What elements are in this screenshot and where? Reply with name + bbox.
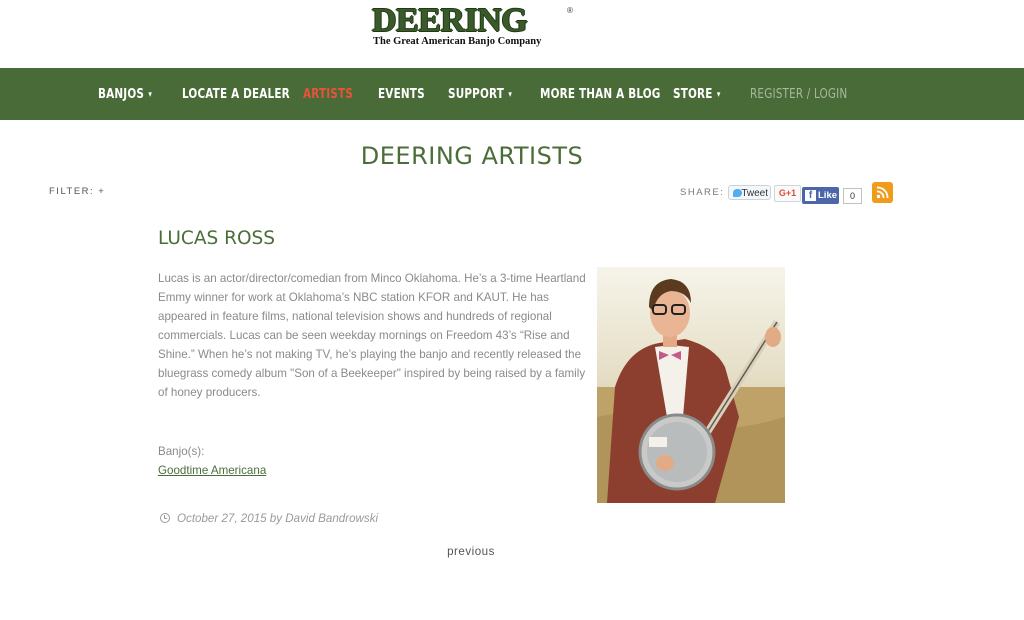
deering-logo[interactable]: DEERING ® The Great American Banjo Compa…: [372, 2, 573, 50]
nav-events[interactable]: EVENTS: [378, 68, 425, 120]
nav-artists-label: ARTISTS: [303, 86, 354, 102]
like-count: 0: [843, 188, 862, 204]
chevron-down-icon: ▾: [716, 90, 721, 100]
like-label: Like: [818, 190, 838, 201]
nav-support[interactable]: SUPPORT ▾: [448, 68, 512, 120]
twitter-icon: [733, 189, 742, 197]
logo-wordmark: DEERING: [372, 2, 528, 39]
post-date-author: October 27, 2015 by David Bandrowski: [177, 512, 379, 525]
artist-photo: [597, 267, 785, 503]
facebook-icon: f: [805, 190, 816, 201]
nav-banjos[interactable]: BANJOS ▾: [98, 68, 152, 120]
filter-toggle[interactable]: FILTER: +: [49, 186, 105, 197]
artist-bio: Lucas is an actor/director/comedian from…: [158, 272, 586, 399]
banjo-label: Banjo(s):: [158, 445, 205, 458]
logo-registered-mark: ®: [567, 6, 573, 15]
nav-events-label: EVENTS: [378, 86, 425, 102]
nav-store-label: STORE: [673, 86, 713, 102]
share-label: SHARE:: [680, 187, 725, 198]
clock-icon: [160, 513, 170, 523]
rss-button[interactable]: [872, 182, 893, 203]
nav-blog-label: MORE THAN A BLOG: [540, 86, 661, 102]
artist-name: LUCAS ROSS: [158, 228, 276, 249]
tweet-button[interactable]: Tweet: [728, 185, 771, 200]
rss-icon: [876, 186, 889, 199]
tweet-label: Tweet: [741, 188, 768, 199]
nav-banjos-label: BANJOS: [98, 86, 145, 102]
post-meta: October 27, 2015 by David Bandrowski: [160, 512, 378, 525]
main-nav: BANJOS ▾ LOCATE A DEALER ARTISTS EVENTS S…: [0, 68, 1024, 120]
nav-more-than-a-blog[interactable]: MORE THAN A BLOG: [540, 68, 661, 120]
nav-locate-dealer-label: LOCATE A DEALER: [182, 86, 290, 102]
nav-support-label: SUPPORT: [448, 86, 505, 102]
google-plus-button[interactable]: G+1: [774, 185, 801, 202]
nav-register-login[interactable]: REGISTER / LOGIN: [750, 68, 847, 120]
nav-store[interactable]: STORE ▾: [673, 68, 721, 120]
nav-artists[interactable]: ARTISTS: [303, 68, 353, 120]
page-title: DEERING ARTISTS: [360, 142, 584, 170]
logo-tagline: The Great American Banjo Company: [373, 36, 542, 47]
previous-link[interactable]: previous: [0, 545, 942, 558]
banjo-link-goodtime-americana[interactable]: Goodtime Americana: [158, 464, 266, 477]
nav-locate-dealer[interactable]: LOCATE A DEALER: [182, 68, 290, 120]
nav-register-login-label: REGISTER / LOGIN: [750, 86, 848, 102]
chevron-down-icon: ▾: [148, 90, 153, 100]
chevron-down-icon: ▾: [508, 90, 513, 100]
facebook-like-button[interactable]: f Like: [802, 187, 839, 204]
